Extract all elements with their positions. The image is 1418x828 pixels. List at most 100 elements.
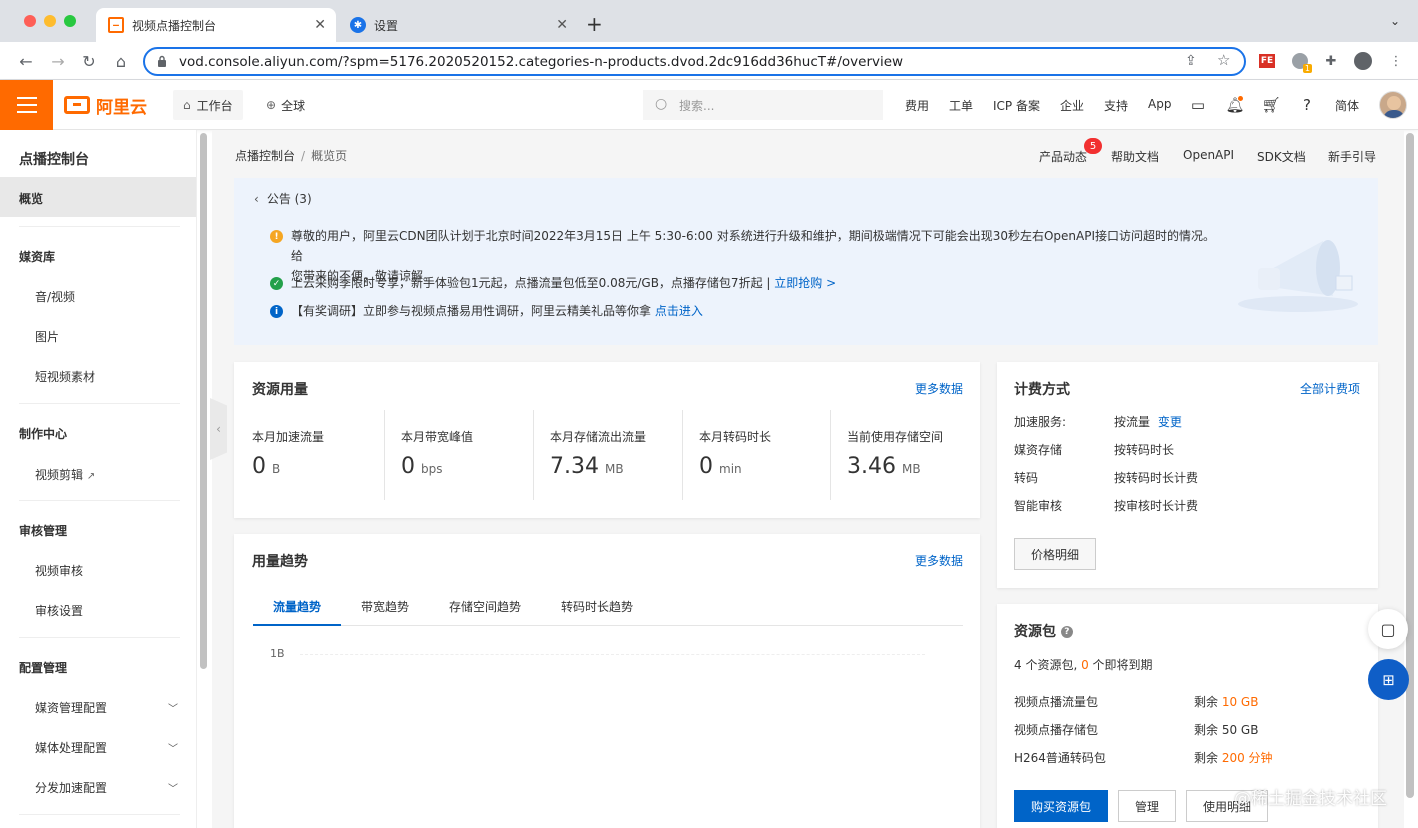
beginner-guide-link[interactable]: 新手引导: [1328, 148, 1376, 165]
buy-now-link[interactable]: 立即抢购 >: [774, 276, 836, 290]
sidebar-item-review-settings[interactable]: 审核设置: [35, 602, 83, 619]
sdk-docs-link[interactable]: SDK文档: [1257, 148, 1306, 165]
breadcrumb-root[interactable]: 点播控制台: [235, 149, 295, 163]
tab-title: 视频点播控制台: [132, 18, 217, 33]
search-icon: ○: [655, 96, 668, 112]
bookmark-star-icon[interactable]: ☆: [1217, 51, 1230, 69]
close-tab-icon[interactable]: ✕: [314, 17, 326, 33]
product-news-link[interactable]: 产品动态: [1039, 148, 1087, 165]
sidebar-scrollbar[interactable]: [200, 133, 207, 669]
sidebar-group-review: 审核管理: [19, 524, 68, 538]
apps-grid-icon[interactable]: ⊞: [1368, 659, 1409, 700]
help-circle-icon[interactable]: ?: [1060, 626, 1073, 638]
browser-tab-settings[interactable]: ✱ 设置 ✕: [338, 8, 578, 42]
nav-link-app[interactable]: App: [1148, 97, 1171, 111]
sidebar-item-audio-video[interactable]: 音/视频: [35, 288, 75, 305]
close-window-button[interactable]: [24, 15, 36, 27]
change-billing-link[interactable]: 变更: [1158, 415, 1182, 429]
openapi-link[interactable]: OpenAPI: [1183, 148, 1234, 162]
back-arrow-icon[interactable]: ←: [16, 51, 36, 71]
tab-bandwidth-trend[interactable]: 带宽趋势: [361, 598, 409, 615]
new-tab-button[interactable]: +: [586, 12, 603, 36]
tab-search-chevron-icon[interactable]: ⌄: [1390, 14, 1400, 28]
chat-feedback-icon[interactable]: ▢: [1368, 609, 1408, 649]
tab-storage-trend[interactable]: 存储空间趋势: [449, 598, 521, 615]
tab-traffic-trend[interactable]: 流量趋势: [273, 598, 321, 615]
sidebar-item-overview[interactable]: 概览: [0, 177, 196, 217]
sidebar-item-video-edit[interactable]: 视频剪辑 ↗: [35, 466, 95, 483]
help-docs-link[interactable]: 帮助文档: [1111, 148, 1159, 165]
page-scrollbar[interactable]: [1406, 133, 1414, 798]
terminal-icon[interactable]: ▭: [1188, 95, 1208, 115]
forward-arrow-icon[interactable]: →: [48, 51, 68, 71]
tab-transcode-trend[interactable]: 转码时长趋势: [561, 598, 633, 615]
avatar[interactable]: [1379, 91, 1407, 119]
all-billing-link[interactable]: 全部计费项: [1300, 380, 1360, 397]
extension-badge-icon[interactable]: 1: [1290, 51, 1312, 73]
metric-accel-traffic: 本月加速流量 0B: [252, 430, 325, 479]
more-menu-icon[interactable]: ⋮: [1386, 51, 1406, 71]
nav-link-billing[interactable]: 费用: [905, 97, 929, 114]
region-selector[interactable]: ⊕ 全球: [266, 90, 305, 120]
resource-usage-title: 资源用量: [252, 382, 308, 398]
home-icon[interactable]: ⌂: [111, 51, 131, 71]
package-title: 资源包 ?: [1014, 621, 1073, 641]
sidebar-item-processing-config[interactable]: 媒体处理配置: [35, 739, 107, 756]
cart-icon[interactable]: 🛒︎: [1261, 95, 1281, 115]
chevron-left-icon[interactable]: ‹: [254, 192, 259, 206]
settings-gear-icon: ✱: [350, 17, 366, 33]
sidebar-group-config: 配置管理: [19, 661, 68, 675]
sidebar: 点播控制台 概览 媒资库 音/视频 图片 短视频素材 制作中心 视频剪辑 ↗ 审…: [0, 130, 197, 828]
package-remain: 剩余 50 GB: [1194, 723, 1259, 737]
maximize-window-button[interactable]: [64, 15, 76, 27]
buy-package-button[interactable]: 购买资源包: [1014, 790, 1108, 822]
home-icon: ⌂: [183, 98, 191, 112]
survey-link[interactable]: 点击进入: [655, 304, 703, 318]
billing-value: 按转码时长计费: [1114, 471, 1199, 485]
billing-value: 按转码时长: [1114, 443, 1175, 457]
workbench-button[interactable]: ⌂ 工作台: [173, 90, 243, 120]
usage-trend-card: [234, 534, 980, 828]
console-top-nav: 阿里云 ⌂ 工作台 ⊕ 全球 ○ 搜索... 费用 工单 ICP 备案 企业 支持 …: [0, 80, 1418, 130]
browser-tab-vod[interactable]: ‒ 视频点播控制台 ✕: [96, 8, 336, 42]
nav-link-enterprise[interactable]: 企业: [1060, 97, 1084, 114]
tab-title: 设置: [374, 18, 399, 33]
aliyun-logo[interactable]: 阿里云: [64, 94, 147, 118]
sidebar-item-cdn-config[interactable]: 分发加速配置: [35, 779, 107, 796]
chevron-down-icon[interactable]: ﹀: [166, 780, 180, 795]
nav-link-ticket[interactable]: 工单: [949, 97, 973, 114]
bell-icon[interactable]: 🔔︎: [1225, 95, 1245, 115]
trend-more-link[interactable]: 更多数据: [915, 552, 963, 569]
price-details-button[interactable]: 价格明细: [1014, 538, 1096, 570]
sidebar-collapse-handle[interactable]: ‹: [210, 398, 227, 460]
sidebar-group-media: 媒资库: [19, 250, 56, 264]
search-input[interactable]: ○ 搜索...: [643, 90, 883, 120]
divider: [19, 500, 180, 501]
announcement-title[interactable]: ‹ 公告 (3): [254, 190, 312, 207]
hamburger-menu-icon[interactable]: [0, 80, 53, 130]
sidebar-item-video-review[interactable]: 视频审核: [35, 562, 83, 579]
usage-more-link[interactable]: 更多数据: [915, 380, 963, 397]
profile-icon[interactable]: [1353, 51, 1373, 71]
manage-package-button[interactable]: 管理: [1118, 790, 1176, 822]
puzzle-extensions-icon[interactable]: ✚: [1321, 51, 1341, 71]
fe-extension-icon[interactable]: FE: [1257, 51, 1277, 71]
url-bar[interactable]: vod.console.aliyun.com/?spm=5176.2020520…: [143, 47, 1246, 76]
divider: [19, 637, 180, 638]
language-selector[interactable]: 简体: [1335, 97, 1359, 114]
share-icon[interactable]: ⇪: [1185, 53, 1197, 69]
info-icon: i: [270, 305, 283, 318]
chevron-down-icon[interactable]: ﹀: [166, 700, 180, 715]
sidebar-item-media-config[interactable]: 媒资管理配置: [35, 699, 107, 716]
sidebar-item-images[interactable]: 图片: [35, 328, 59, 345]
sidebar-item-short-video[interactable]: 短视频素材: [35, 368, 95, 385]
close-tab-icon[interactable]: ✕: [556, 17, 568, 33]
nav-link-icp[interactable]: ICP 备案: [993, 97, 1040, 114]
chevron-down-icon[interactable]: ﹀: [166, 740, 180, 755]
nav-link-support[interactable]: 支持: [1104, 97, 1128, 114]
reload-icon[interactable]: ↻: [79, 51, 99, 71]
billing-value: 按流量 变更: [1114, 415, 1182, 429]
help-icon[interactable]: ?: [1297, 95, 1317, 115]
sidebar-title: 点播控制台: [19, 152, 89, 168]
minimize-window-button[interactable]: [44, 15, 56, 27]
